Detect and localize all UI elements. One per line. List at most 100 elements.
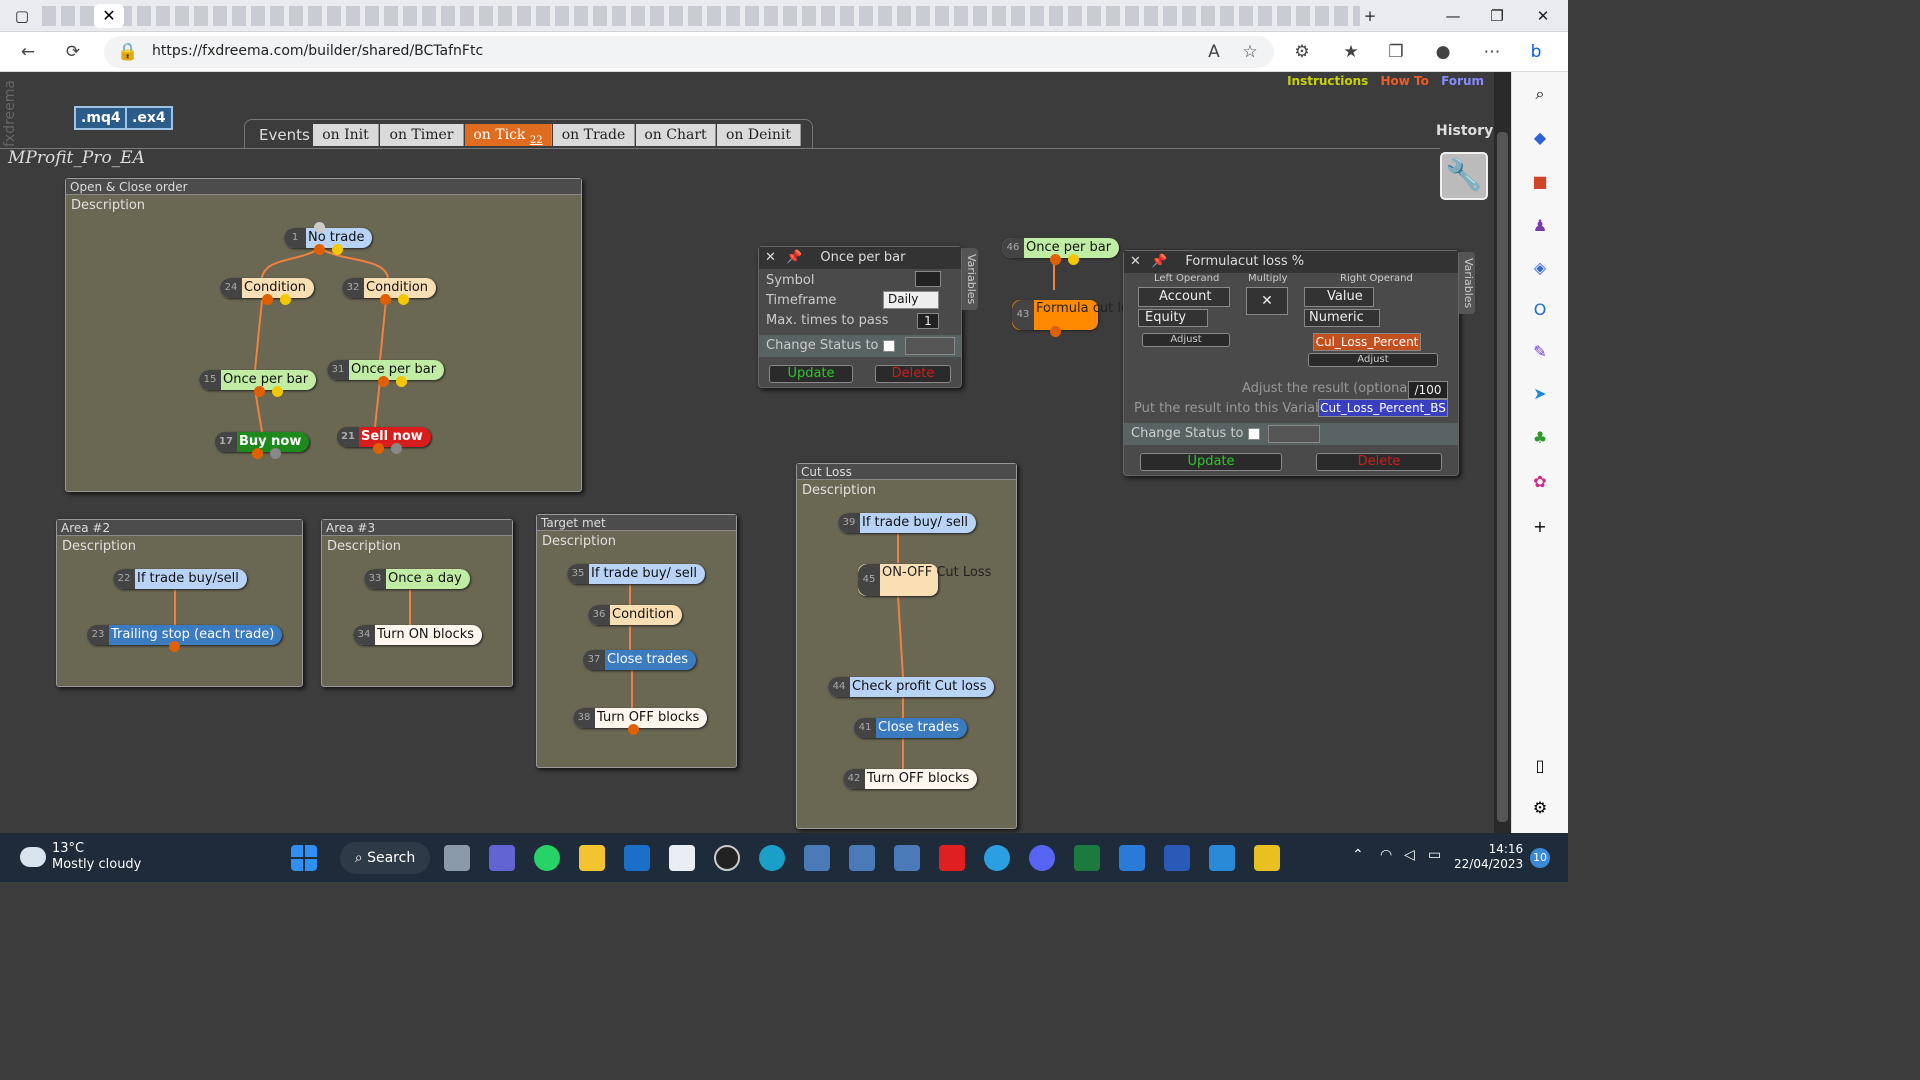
formula-panel[interactable]: ✕ 📌 Formulacut loss % Left Operand Multi… [1123,250,1459,476]
output-dot[interactable] [396,376,407,387]
read-aloud-icon[interactable]: A [1202,40,1226,64]
block-sell-now[interactable]: 21 Sell now [337,427,431,447]
output-dot[interactable] [280,294,291,305]
update-button[interactable]: Update [769,365,853,383]
close-icon[interactable]: ✕ [1130,254,1141,269]
block-turn-off-blocks[interactable]: 42 Turn OFF blocks [843,769,978,789]
output-dot[interactable] [252,448,263,459]
mail-icon[interactable] [1209,845,1235,871]
favorites-icon[interactable]: ★ [1339,40,1363,64]
output-dot[interactable] [378,376,389,387]
tab-on-tick[interactable]: on Tick 22 [465,124,552,146]
wifi-icon[interactable]: ◠ [1380,847,1392,863]
volume-icon[interactable]: ◁ [1404,847,1415,863]
send-icon[interactable]: ➤ [1528,382,1552,406]
area-description[interactable]: Description [57,536,302,557]
tab-list[interactable] [42,6,1360,26]
app-icon[interactable]: ✿ [1528,470,1552,494]
active-tab-close-icon[interactable]: ✕ [94,4,124,28]
taskbar-search[interactable]: ⌕ Search [340,842,430,874]
start-icon[interactable] [291,845,317,871]
once-per-bar-panel[interactable]: ✕ 📌 Once per bar Symbol Timeframe Daily … [758,246,962,388]
block-if-trade[interactable]: 22 If trade buy/sell [113,569,247,589]
outlook-icon[interactable] [624,845,650,871]
adjust-result-input[interactable]: /100 [1408,381,1448,399]
refresh-icon[interactable]: ⟳ [61,40,85,64]
output-dot[interactable] [391,443,402,454]
app-icon[interactable] [849,845,875,871]
update-button[interactable]: Update [1140,453,1282,471]
add-icon[interactable]: + [1528,515,1552,539]
output-dot[interactable] [373,443,384,454]
tab-on-timer[interactable]: on Timer [380,124,464,146]
output-dot[interactable] [380,294,391,305]
variables-tab[interactable]: Variables [962,248,978,310]
outlook-icon[interactable]: O [1528,298,1552,322]
sidebar-toggle-icon[interactable]: ▯ [1528,754,1552,778]
block-on-off-cut-loss[interactable]: 45 ON-OFF Cut Loss [858,564,991,596]
media-player-icon[interactable] [714,845,740,871]
app-icon[interactable] [804,845,830,871]
adjust-left-button[interactable]: Adjust [1142,333,1230,347]
whatsapp-icon[interactable] [534,845,560,871]
block-if-trade[interactable]: 39 If trade buy/ sell [838,513,977,533]
word-icon[interactable] [1164,845,1190,871]
vertical-scrollbar[interactable] [1494,72,1511,833]
symbol-input[interactable] [915,271,941,287]
tab-on-init[interactable]: on Init [313,124,379,146]
block-no-trade[interactable]: 1 No trade [284,228,373,248]
status-checkbox[interactable] [1248,428,1260,440]
area-description[interactable]: Description [66,195,581,216]
put-result-input[interactable]: Cut_Loss_Percent_BS [1318,399,1448,417]
status-input[interactable] [905,337,955,355]
bing-icon[interactable]: b [1524,40,1548,64]
more-icon[interactable]: ⋯ [1480,40,1504,64]
pin-icon[interactable]: 📌 [1151,254,1167,269]
output-dot[interactable] [1050,254,1061,265]
area-description[interactable]: Description [797,480,1016,501]
notification-badge[interactable]: 10 [1530,848,1550,868]
app-icon[interactable] [894,845,920,871]
weather-widget[interactable]: 13°C Mostly cloudy [52,841,141,873]
output-dot[interactable] [270,448,281,459]
tag-icon[interactable]: ◆ [1528,126,1552,150]
tree-icon[interactable]: ♣ [1528,426,1552,450]
minimize-icon[interactable]: — [1441,6,1465,26]
output-dot[interactable] [272,386,283,397]
add-favorite-icon[interactable]: ☆ [1238,40,1262,64]
maximize-icon[interactable]: ❐ [1485,6,1509,26]
variables-tab[interactable]: Variables [1459,252,1475,314]
adjust-right-button[interactable]: Adjust [1308,353,1438,367]
new-tab-icon[interactable]: + [1358,6,1382,26]
area-2[interactable]: Area #2 Description [56,519,303,687]
weather-icon[interactable] [20,847,46,867]
block-once-per-bar[interactable]: 46 Once per bar [1002,238,1120,258]
extensions-icon[interactable]: ⚙ [1290,40,1314,64]
output-dot[interactable] [314,244,325,255]
ex4-button[interactable]: .ex4 [125,106,173,130]
output-dot[interactable] [254,386,265,397]
app-icon[interactable] [1254,845,1280,871]
scrollbar-thumb[interactable] [1497,132,1508,822]
output-dot[interactable] [1068,254,1079,265]
block-turn-off-blocks[interactable]: 38 Turn OFF blocks [573,708,708,728]
delete-button[interactable]: Delete [875,365,951,383]
block-close-trades[interactable]: 41 Close trades [854,718,967,738]
tray-chevron-icon[interactable]: ⌃ [1352,847,1364,863]
howto-link[interactable]: How To [1381,74,1429,88]
area-description[interactable]: Description [537,531,736,552]
block-close-trades[interactable]: 37 Close trades [583,650,696,670]
edge-icon[interactable] [759,845,785,871]
block-condition[interactable]: 36 Condition [588,605,683,625]
operator-select[interactable]: ✕ [1246,287,1288,315]
back-icon[interactable]: ← [16,40,40,64]
tab-on-chart[interactable]: on Chart [636,124,716,146]
instructions-link[interactable]: Instructions [1287,74,1368,88]
delete-button[interactable]: Delete [1316,453,1442,471]
games-icon[interactable]: ♟ [1528,214,1552,238]
designer-icon[interactable]: ✎ [1528,340,1552,364]
discord-icon[interactable] [1029,845,1055,871]
toolbox-icon[interactable]: ■ [1528,170,1552,194]
left-operand-sub-select[interactable]: Equity [1138,309,1208,327]
area-3[interactable]: Area #3 Description [321,519,513,687]
